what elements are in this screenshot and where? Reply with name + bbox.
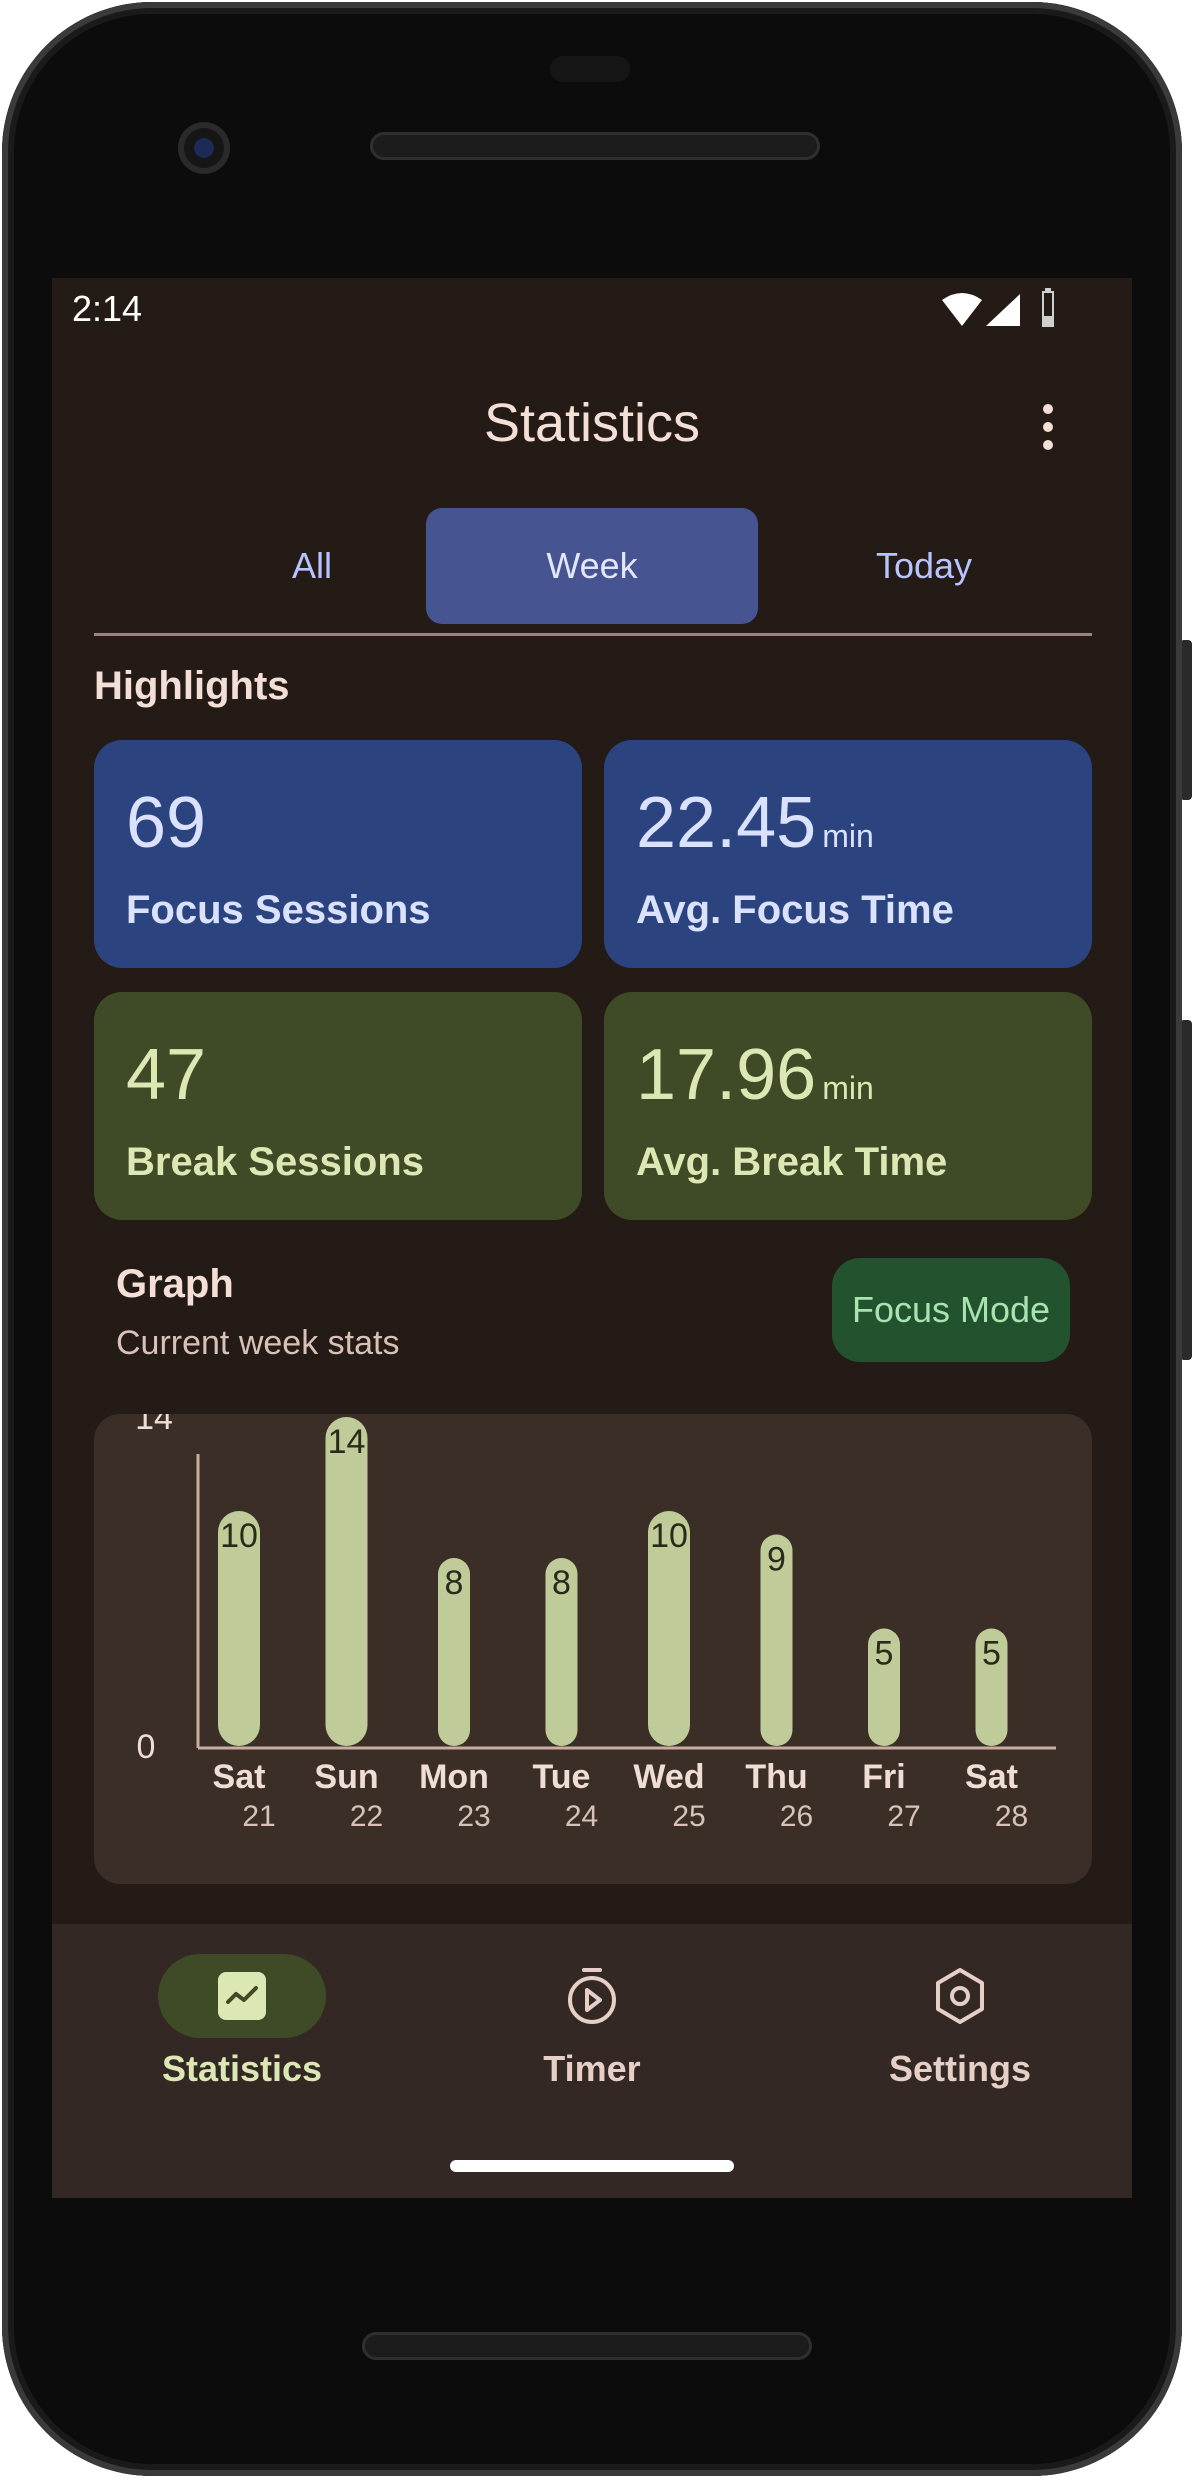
more-options-icon[interactable]	[1038, 402, 1058, 452]
x-tick-label: Sat	[965, 1758, 1018, 1796]
front-camera	[178, 122, 230, 174]
tab-today-label: Today	[875, 545, 973, 586]
focus-sessions-value-line: 69	[126, 782, 206, 864]
tab-all-label: All	[291, 545, 332, 586]
signal-icon	[986, 294, 1020, 326]
focus-sessions-label: Focus Sessions	[126, 888, 431, 932]
bar-value-label: 8	[445, 1564, 464, 1602]
nav-statistics-indicator	[158, 1954, 326, 2038]
nav-statistics-label: Statistics	[161, 2048, 323, 2089]
graph-subtitle: Current week stats	[116, 1324, 400, 1362]
wifi-icon	[942, 293, 982, 326]
avg-break-time-label: Avg. Break Time	[636, 1140, 948, 1184]
nav-timer-icon-wrap	[508, 1954, 676, 2038]
bar-value-label: 9	[767, 1541, 786, 1579]
focus-sessions-card: 69 Focus Sessions	[94, 740, 582, 968]
break-sessions-card: 47 Break Sessions	[94, 992, 582, 1220]
bar-value-label: 5	[982, 1635, 1001, 1673]
bar-value-label: 10	[220, 1517, 258, 1555]
highlights-heading: Highlights	[94, 664, 290, 708]
break-sessions-label: Break Sessions	[126, 1140, 424, 1184]
nav-settings-label: Settings	[888, 2048, 1031, 2089]
x-tick-label: Sun	[314, 1758, 378, 1796]
settings-icon	[936, 1968, 984, 2024]
bar-value-label: 5	[875, 1635, 894, 1673]
bottom-speaker	[362, 2332, 812, 2360]
week-bar-chart: 14 0 10 Sat 21 14 Sun 22 8 Mon 23 8 Tue 24 10 Wed 25 9 Thu…	[135, 1414, 1056, 1833]
x-tick-date-label: 27	[887, 1800, 920, 1833]
chart-panel: 14 0 10 Sat 21 14 Sun 22 8 Mon 23 8 Tue 24 10 Wed 25 9 Thu…	[94, 1414, 1092, 1884]
proximity-sensor	[550, 56, 630, 82]
battery-icon	[1042, 288, 1054, 327]
focus-mode-button[interactable]: Focus Mode	[832, 1258, 1070, 1362]
bar-value-label: 8	[552, 1564, 571, 1602]
nav-timer[interactable]: Timer	[472, 1954, 712, 2090]
x-tick-label: Sat	[213, 1758, 266, 1796]
graph-title: Graph	[116, 1262, 234, 1306]
x-tick-label: Thu	[745, 1758, 807, 1796]
x-tick-label: Tue	[533, 1758, 591, 1796]
tab-today[interactable]: Today	[758, 508, 1090, 624]
nav-statistics[interactable]: Statistics	[122, 1954, 362, 2090]
x-tick-date-label: 23	[457, 1800, 490, 1833]
avg-break-time-value: 17.96	[636, 1035, 817, 1115]
focus-mode-button-label: Focus Mode	[851, 1289, 1051, 1330]
x-tick-label: Wed	[633, 1758, 704, 1796]
avg-focus-time-value-line: 22.45 min	[636, 782, 874, 864]
chart-icon	[218, 1972, 266, 2020]
y-tick-label: 14	[135, 1414, 173, 1437]
x-tick-date-label: 28	[995, 1800, 1028, 1833]
x-tick-date-label: 25	[672, 1800, 705, 1833]
app-screen: 2:14 Statistics All Week Today Highlight…	[52, 278, 1132, 2198]
tab-week-label: Week	[546, 545, 638, 586]
y-tick-label: 0	[137, 1728, 156, 1766]
bottom-navigation: Statistics Timer Settings	[52, 1924, 1132, 2198]
avg-focus-time-card: 22.45 min Avg. Focus Time	[604, 740, 1092, 968]
timer-icon	[568, 1968, 616, 2024]
bar	[325, 1417, 368, 1746]
nav-timer-label: Timer	[543, 2048, 641, 2089]
avg-break-time-unit: min	[822, 1070, 874, 1106]
focus-sessions-value: 69	[126, 783, 207, 863]
avg-focus-time-label: Avg. Focus Time	[636, 888, 954, 932]
x-tick-label: Fri	[862, 1758, 905, 1796]
tab-week[interactable]: Week	[426, 508, 758, 624]
avg-focus-time-value: 22.45	[636, 783, 817, 863]
bar-value-label: 14	[328, 1423, 366, 1461]
page-title: Statistics	[483, 393, 701, 453]
x-tick-label: Mon	[419, 1758, 489, 1796]
home-indicator[interactable]	[450, 2160, 734, 2172]
tab-divider	[94, 633, 1092, 636]
nav-settings-icon-wrap	[876, 1954, 1044, 2038]
top-speaker	[370, 132, 820, 160]
avg-break-time-card: 17.96 min Avg. Break Time	[604, 992, 1092, 1220]
x-tick-date-label: 22	[350, 1800, 383, 1833]
bar-value-label: 10	[650, 1517, 688, 1555]
break-sessions-value: 47	[126, 1035, 207, 1115]
x-tick-date-label: 26	[780, 1800, 813, 1833]
avg-focus-time-unit: min	[822, 818, 874, 854]
x-tick-date-label: 24	[565, 1800, 598, 1833]
x-tick-date-label: 21	[242, 1800, 275, 1833]
status-time: 2:14	[72, 288, 143, 329]
avg-break-time-value-line: 17.96 min	[636, 1034, 874, 1116]
break-sessions-value-line: 47	[126, 1034, 206, 1116]
nav-settings[interactable]: Settings	[840, 1954, 1080, 2090]
